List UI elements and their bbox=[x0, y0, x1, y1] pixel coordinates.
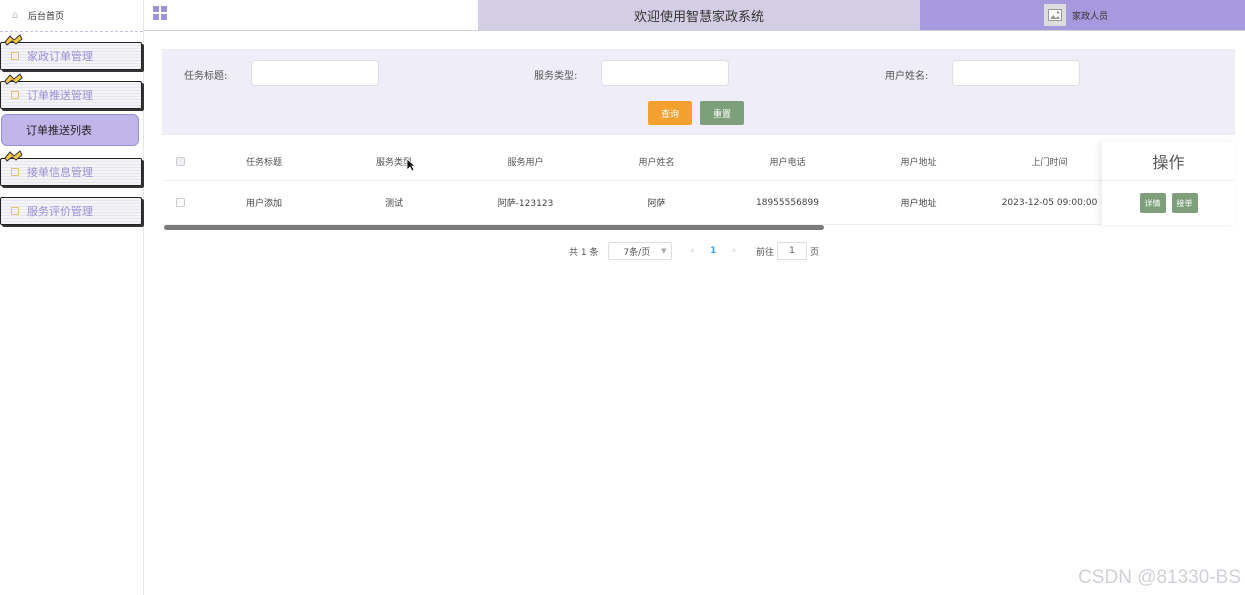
table-cell: 测试 bbox=[384, 199, 403, 209]
column-header[interactable]: 服务用户 bbox=[464, 142, 587, 180]
avatar bbox=[1044, 4, 1066, 26]
sidebar-item-label: 服务评价管理 bbox=[27, 205, 93, 218]
accept-order-button[interactable]: 接单 bbox=[1171, 193, 1198, 213]
column-header: 操作 bbox=[1102, 142, 1235, 181]
sidebar-item-service-review[interactable]: 服务评价管理 bbox=[0, 197, 142, 225]
column-header[interactable]: 上门时间 bbox=[988, 142, 1111, 180]
mouse-cursor-icon bbox=[406, 158, 416, 172]
image-icon bbox=[1048, 9, 1062, 21]
horizontal-scrollbar[interactable] bbox=[164, 225, 824, 230]
next-page-button[interactable]: › bbox=[732, 246, 736, 256]
watermark: CSDN @81330-BS bbox=[1078, 567, 1241, 588]
sidebar-item-label: 家政订单管理 bbox=[27, 50, 93, 63]
filter-panel: 任务标题: 服务类型: 用户姓名: 查询 重置 bbox=[162, 49, 1235, 135]
user-menu[interactable]: 家政人员 bbox=[920, 0, 1245, 30]
service-type-label: 服务类型: bbox=[534, 71, 578, 82]
service-type-input[interactable] bbox=[601, 60, 729, 86]
user-name: 家政人员 bbox=[1072, 11, 1109, 22]
chevron-down-icon: ▼ bbox=[661, 247, 667, 255]
user-name-label: 用户姓名: bbox=[885, 71, 929, 82]
column-header[interactable]: 用户电话 bbox=[726, 142, 849, 180]
page-size-value: 7条/页 bbox=[623, 247, 651, 258]
table-cell: 阿萨 bbox=[647, 199, 666, 209]
sidebar-item-accept-info[interactable]: 接单信息管理 bbox=[0, 158, 142, 186]
goto-page-input[interactable]: 1 bbox=[776, 242, 807, 260]
paperclip-icon bbox=[4, 150, 23, 162]
table-cell: 用户地址 bbox=[900, 199, 937, 209]
prev-page-button[interactable]: ‹ bbox=[690, 246, 694, 256]
detail-button[interactable]: 详情 bbox=[1139, 193, 1166, 213]
sidebar-group-order-push[interactable]: 订单推送管理 bbox=[0, 71, 143, 110]
table-cell: 用户添加 bbox=[245, 199, 282, 209]
table-row: 用户添加 测试 阿萨-123123 阿萨 18955556899 用户地址 20… bbox=[164, 181, 1235, 225]
goto-label: 前往 bbox=[755, 247, 774, 258]
table-cell: 18955556899 bbox=[756, 197, 819, 208]
paperclip-icon bbox=[4, 73, 23, 85]
column-header[interactable]: 用户姓名 bbox=[595, 142, 718, 180]
user-name-input[interactable] bbox=[952, 60, 1080, 86]
sidebar-item-label: 订单推送管理 bbox=[27, 89, 93, 102]
folder-icon bbox=[11, 52, 19, 60]
welcome-title: 欢迎使用智慧家政系统 bbox=[478, 0, 920, 30]
column-header[interactable]: 服务类型 bbox=[334, 142, 454, 180]
task-title-label: 任务标题: bbox=[184, 71, 228, 82]
table-cell: 2023-12-05 09:00:00 bbox=[1001, 197, 1098, 208]
sidebar-subitem-order-push-list[interactable]: 订单推送列表 bbox=[1, 114, 139, 146]
sidebar-item-order-push[interactable]: 订单推送管理 bbox=[0, 81, 142, 109]
column-header[interactable]: 用户地址 bbox=[857, 142, 980, 180]
page-number[interactable]: 1 bbox=[710, 246, 716, 256]
total-count: 共 1 条 bbox=[569, 247, 599, 258]
home-icon: ⌂ bbox=[12, 9, 19, 21]
grid-menu-icon[interactable] bbox=[153, 6, 167, 20]
folder-icon bbox=[11, 168, 19, 176]
row-actions: 详情 接单 bbox=[1102, 181, 1235, 225]
reset-button[interactable]: 重置 bbox=[700, 101, 744, 125]
sidebar-home[interactable]: ⌂ 后台首页 bbox=[0, 0, 143, 32]
actions-column: 操作 详情 接单 bbox=[1102, 142, 1235, 225]
data-table: 任务标题 服务类型 服务用户 用户姓名 用户电话 用户地址 上门时间 用户添加 … bbox=[164, 142, 1235, 225]
folder-icon bbox=[11, 91, 19, 99]
select-all-checkbox[interactable] bbox=[172, 142, 188, 180]
sidebar-home-label: 后台首页 bbox=[28, 12, 65, 22]
sidebar-group-accept-info[interactable]: 接单信息管理 bbox=[0, 148, 143, 187]
table-header: 任务标题 服务类型 服务用户 用户姓名 用户电话 用户地址 上门时间 bbox=[164, 142, 1235, 181]
task-title-input[interactable] bbox=[251, 60, 379, 86]
paperclip-icon bbox=[4, 34, 23, 46]
column-header[interactable]: 任务标题 bbox=[204, 142, 324, 180]
folder-icon bbox=[11, 207, 19, 215]
search-button[interactable]: 查询 bbox=[648, 101, 692, 125]
top-bar: 欢迎使用智慧家政系统 家政人员 bbox=[144, 0, 1245, 31]
table-cell: 阿萨-123123 bbox=[497, 199, 554, 209]
sidebar: ⌂ 后台首页 家政订单管理 订单推送管理 订单推送列表 接单信息管理 服务评价管… bbox=[0, 0, 144, 595]
sidebar-item-home-orders[interactable]: 家政订单管理 bbox=[0, 42, 142, 70]
sidebar-item-label: 接单信息管理 bbox=[27, 166, 93, 179]
page-unit-label: 页 bbox=[809, 247, 819, 258]
sidebar-group-home-orders[interactable]: 家政订单管理 bbox=[0, 32, 143, 71]
page-size-select[interactable]: 7条/页 ▼ bbox=[608, 242, 673, 260]
sidebar-group-service-review[interactable]: 服务评价管理 bbox=[0, 187, 143, 226]
pagination: 共 1 条 7条/页 ▼ ‹ 1 › 前往 1 页 bbox=[569, 242, 819, 260]
row-checkbox[interactable] bbox=[172, 181, 188, 224]
